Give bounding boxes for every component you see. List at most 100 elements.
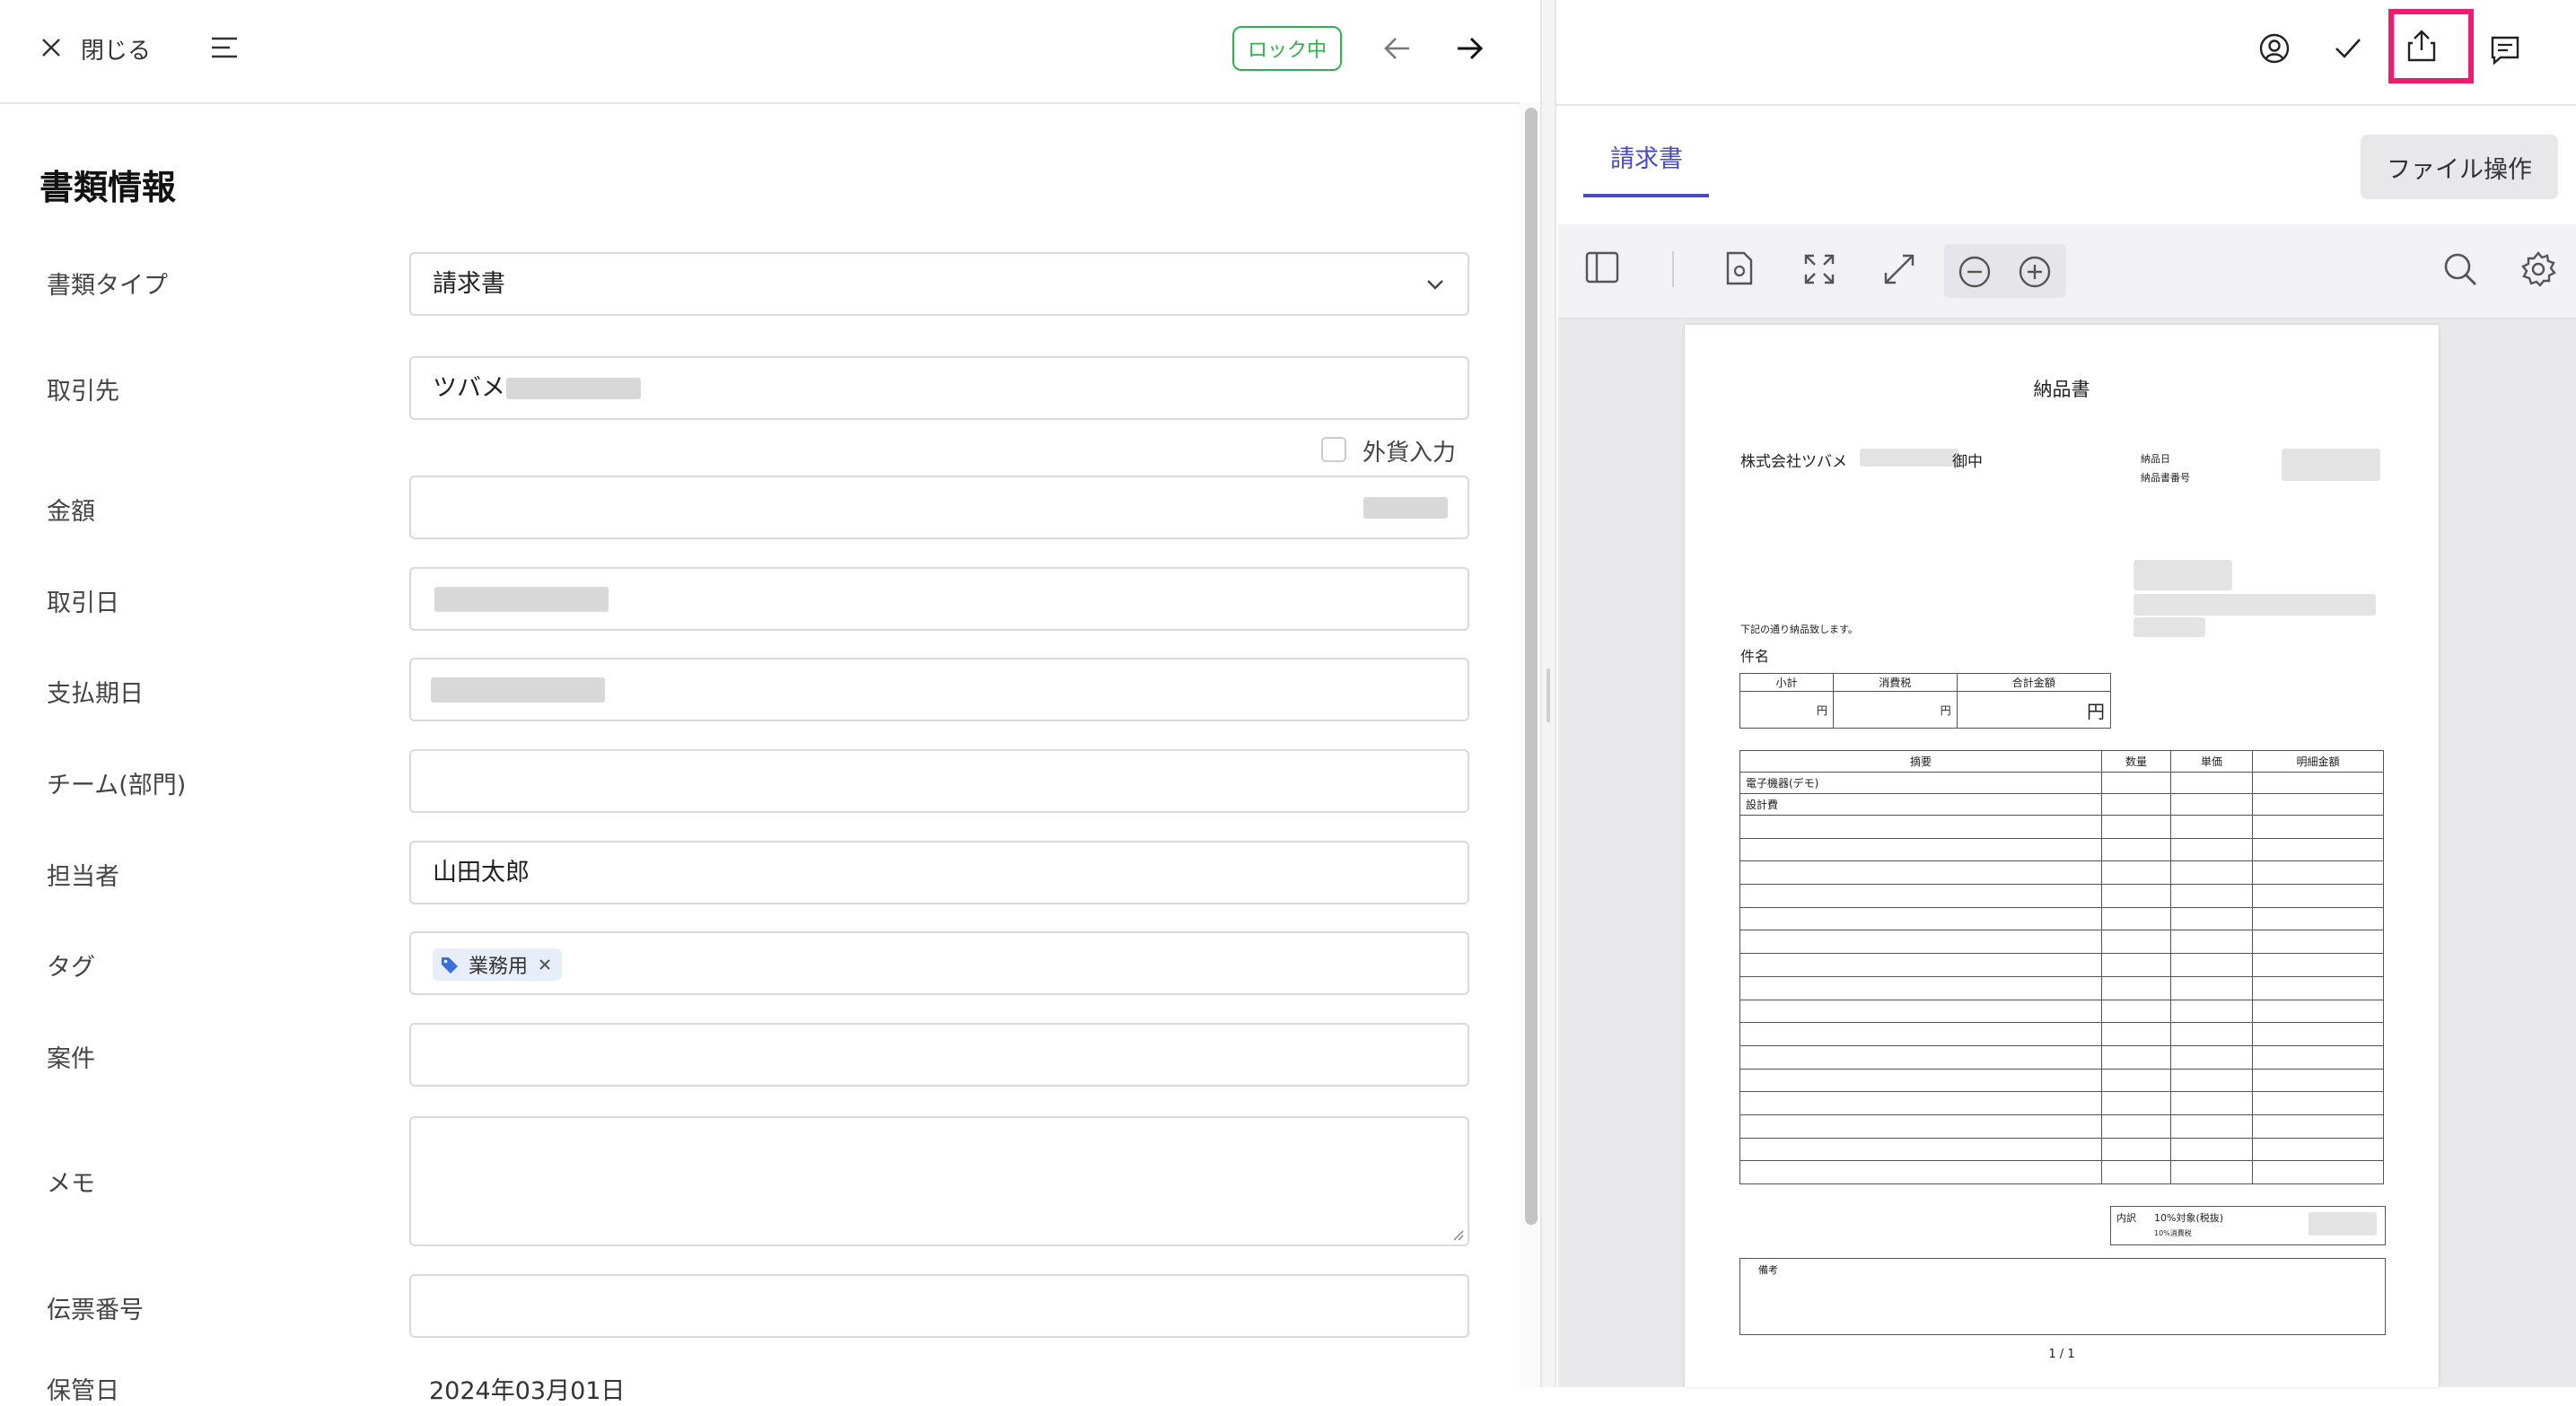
assignee-input[interactable]: 山田太郎 (409, 841, 1469, 904)
trade-date-input[interactable] (409, 567, 1469, 631)
form-scrollbar-thumb[interactable] (1525, 108, 1538, 1225)
trade-date-label: 取引日 (47, 589, 119, 617)
pdf-item-name: 設計費 (1739, 793, 2102, 816)
tags-label: タグ (47, 954, 95, 982)
highlight-annotation (2388, 9, 2474, 83)
redacted-text (1860, 449, 1958, 467)
team-label: チーム(部門) (47, 772, 187, 799)
team-input[interactable] (409, 749, 1469, 813)
pdf-subject-label: 件名 (1740, 648, 1770, 665)
pdf-recipient-suffix: 御中 (1952, 453, 1983, 471)
assignee-value: 山田太郎 (433, 859, 530, 886)
foreign-currency-label: 外貨入力 (1362, 440, 1457, 467)
redacted-text (2309, 1212, 2377, 1236)
tag-chip-label: 業務用 (469, 956, 529, 978)
pdf-breakdown-box: 内訳 10%対象(税抜) 10%消費税 (2110, 1206, 2386, 1245)
pdf-breakdown-value: 10%対象(税抜) (2154, 1212, 2224, 1224)
pdf-items-header: 単価 (2170, 750, 2253, 773)
pdf-items-table: 摘要 数量 単価 明細金額 電子機器(デモ) 設計費 (1739, 750, 2384, 1184)
sidebar-toggle-icon[interactable] (1585, 251, 1619, 284)
tab-active-indicator (1583, 194, 1709, 197)
redacted-text (506, 378, 641, 399)
toolbar-separator (1672, 251, 1674, 287)
page-settings-icon[interactable] (1725, 251, 1754, 285)
file-operations-button[interactable]: ファイル操作 (2361, 135, 2558, 199)
slip-no-label: 伝票番号 (47, 1297, 144, 1324)
search-icon[interactable] (2442, 251, 2478, 287)
pdf-breakdown-label: 内訳 (2116, 1212, 2136, 1224)
tags-input[interactable]: 業務用 (409, 931, 1469, 995)
pdf-item-name: 電子機器(デモ) (1739, 772, 2102, 794)
redacted-text (2134, 594, 2376, 616)
storage-date-label: 保管日 (47, 1377, 119, 1405)
pdf-tax-header: 消費税 (1832, 673, 1958, 692)
pdf-delivery-date-label: 納品日 (2141, 453, 2170, 465)
pdf-summary-table: 小計 消費税 合計金額 円 円 円 (1739, 673, 2112, 729)
partner-label: 取引先 (47, 378, 119, 406)
due-date-label: 支払期日 (47, 680, 144, 708)
doc-type-value: 請求書 (433, 270, 505, 298)
chevron-down-icon (1424, 275, 1446, 293)
doc-type-select[interactable]: 請求書 (409, 252, 1469, 316)
project-label: 案件 (47, 1045, 95, 1073)
redacted-text (2134, 560, 2232, 590)
fit-page-icon[interactable] (1803, 253, 1836, 285)
close-icon (39, 36, 63, 59)
partner-input[interactable]: ツバメ (409, 356, 1469, 420)
storage-date-value: 2024年03月01日 (429, 1377, 626, 1405)
menu-icon[interactable] (210, 35, 239, 60)
slip-no-input[interactable] (409, 1274, 1469, 1338)
viewer-toolbar (1558, 224, 2576, 319)
pdf-items-header: 数量 (2101, 750, 2171, 773)
redacted-text (2282, 449, 2380, 481)
pdf-page-number: 1 / 1 (2048, 1348, 2075, 1361)
close-label: 閉じる (81, 38, 152, 65)
gear-icon[interactable] (2520, 251, 2556, 287)
zoom-in-icon[interactable] (2018, 255, 2052, 289)
pdf-yen: 円 (1816, 703, 1827, 717)
prev-arrow-icon[interactable] (1382, 34, 1413, 63)
memo-label: メモ (47, 1170, 95, 1198)
pdf-delivery-no-label: 納品書番号 (2141, 472, 2190, 484)
zoom-controls (1944, 244, 2066, 298)
amount-input[interactable] (409, 476, 1469, 539)
doc-type-label: 書類タイプ (47, 272, 168, 300)
zoom-out-icon[interactable] (1958, 255, 1992, 289)
tab-invoice[interactable]: 請求書 (1610, 139, 1683, 174)
pdf-total-header: 合計金額 (1956, 673, 2112, 692)
pdf-items-header: 明細金額 (2252, 750, 2384, 773)
assignee-label: 担当者 (47, 863, 119, 891)
redacted-text (2134, 617, 2205, 637)
foreign-currency-checkbox[interactable] (1321, 437, 1346, 462)
memo-textarea[interactable] (409, 1116, 1469, 1246)
tag-remove-icon[interactable] (537, 956, 553, 973)
pdf-yen: 円 (2087, 700, 2105, 722)
drag-handle[interactable] (1546, 668, 1550, 722)
pdf-yen: 円 (1940, 703, 1951, 717)
pdf-title: 納品書 (2033, 379, 2090, 400)
check-icon[interactable] (2334, 35, 2362, 62)
comment-icon[interactable] (2490, 35, 2520, 65)
partner-value: ツバメ (433, 374, 505, 402)
redacted-text (434, 587, 609, 612)
section-title: 書類情報 (39, 168, 177, 207)
amount-label: 金額 (47, 498, 95, 526)
next-arrow-icon[interactable] (1454, 34, 1485, 63)
user-circle-icon[interactable] (2259, 33, 2290, 64)
pdf-note: 下記の通り納品致します。 (1740, 624, 1858, 635)
pdf-breakdown-sub: 10%消費税 (2154, 1229, 2192, 1237)
pdf-remarks-label: 備考 (1758, 1264, 1778, 1276)
pdf-recipient: 株式会社ツバメ (1740, 453, 1847, 471)
redacted-text (1363, 497, 1448, 519)
expand-icon[interactable] (1883, 253, 1915, 285)
pdf-subtotal-header: 小計 (1739, 673, 1834, 692)
tag-chip: 業務用 (433, 948, 563, 981)
due-date-input[interactable] (409, 658, 1469, 721)
resize-handle-icon[interactable] (1451, 1228, 1464, 1241)
pane-resize-divider[interactable] (1540, 0, 1556, 1387)
pdf-page: 納品書 株式会社ツバメ 御中 納品日 納品書番号 下記の通り納品致します。 件名… (1685, 325, 2439, 1387)
tag-icon (440, 955, 460, 974)
redacted-text (431, 677, 605, 703)
left-header: 閉じる ロック中 (0, 0, 1540, 104)
project-input[interactable] (409, 1023, 1469, 1087)
